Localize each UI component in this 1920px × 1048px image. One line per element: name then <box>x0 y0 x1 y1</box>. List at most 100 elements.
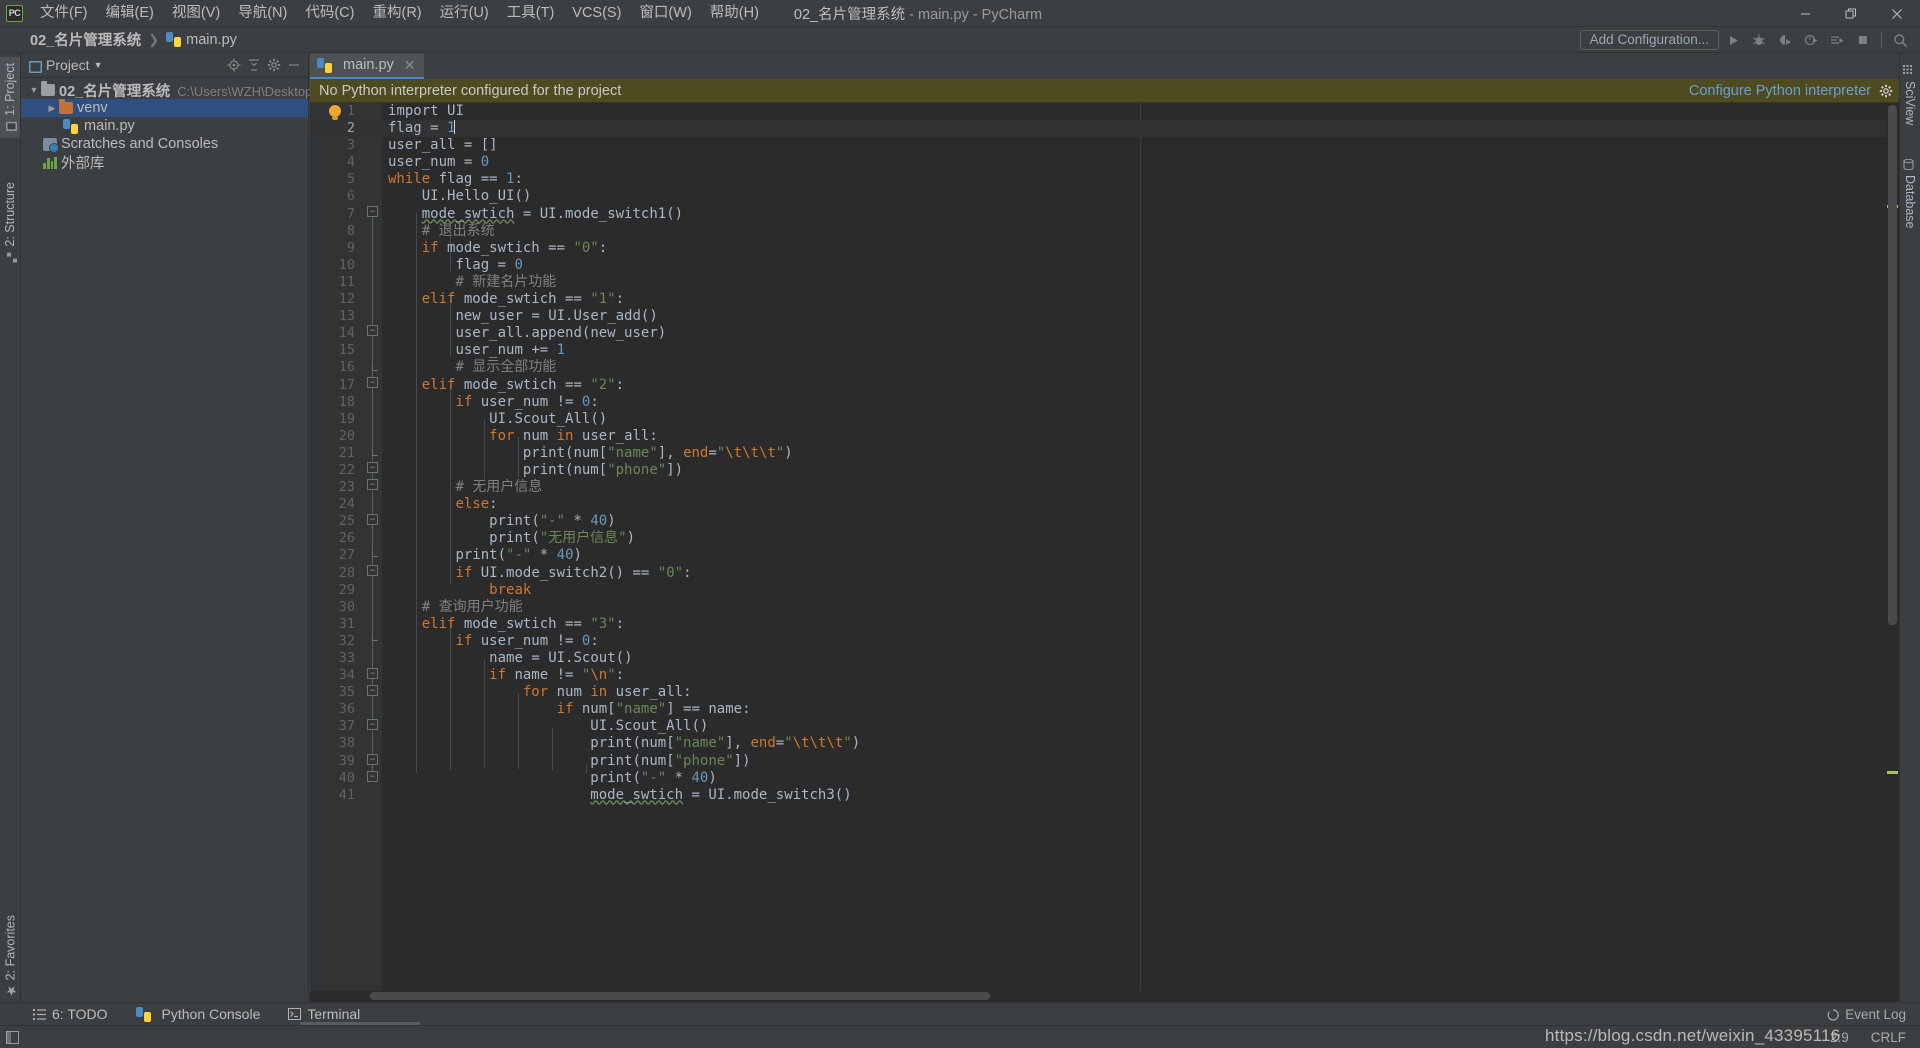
breadcrumb-project[interactable]: 02_名片管理系统 <box>30 29 141 50</box>
code-line[interactable]: 11 # 新建名片功能 <box>310 274 1899 291</box>
code-line[interactable]: 12 elif mode_swtich == "1": <box>310 291 1899 308</box>
sidebar-item-database[interactable]: Database <box>1900 153 1920 235</box>
code-line[interactable]: 5 while flag == 1: <box>310 171 1899 188</box>
code-line[interactable]: 25 print("-" * 40) <box>310 513 1899 530</box>
code-line[interactable]: 19 UI.Scout_All() <box>310 411 1899 428</box>
breadcrumb-file[interactable]: main.py <box>186 32 237 48</box>
locate-icon[interactable] <box>224 55 244 75</box>
menu-item-code[interactable]: 代码(C) <box>296 0 363 27</box>
code-line[interactable]: 28 if UI.mode_switch2() == "0": <box>310 565 1899 582</box>
tree-row-scratches[interactable]: Scratches and Consoles <box>21 135 308 153</box>
code-line[interactable]: 7 mode_swtich = UI.mode_switch1() <box>310 206 1899 223</box>
warning-stripe[interactable] <box>1887 771 1898 774</box>
menu-item-vcs[interactable]: VCS(S) <box>563 0 630 27</box>
add-configuration-button[interactable]: Add Configuration... <box>1579 30 1719 50</box>
chevron-down-icon[interactable]: ▼ <box>94 60 103 70</box>
scrollbar-thumb[interactable] <box>1888 105 1897 625</box>
code-line[interactable]: 41 mode_swtich = UI.mode_switch3() <box>310 787 1899 804</box>
line-separator[interactable]: CRLF <box>1871 1030 1906 1045</box>
code-line[interactable]: 21 print(num["name"], end="\t\t\t") <box>310 445 1899 462</box>
hscrollbar-thumb[interactable] <box>370 992 990 1000</box>
tool-button-terminal[interactable]: Terminal <box>285 1006 363 1022</box>
code-line[interactable]: 6 UI.Hello_UI() <box>310 188 1899 205</box>
code-line[interactable]: 32 if user_num != 0: <box>310 633 1899 650</box>
code-line[interactable]: 1 import UI <box>310 103 1899 120</box>
hide-icon[interactable] <box>284 55 304 75</box>
gear-icon[interactable] <box>1879 84 1893 98</box>
code-line[interactable]: 20 for num in user_all: <box>310 428 1899 445</box>
run-with-console-icon[interactable] <box>1825 28 1849 52</box>
caret-position[interactable]: 2:9 <box>1830 1030 1849 1045</box>
tab-mainpy[interactable]: main.py ✕ <box>310 53 424 79</box>
code-line[interactable]: 38 print(num["name"], end="\t\t\t") <box>310 735 1899 752</box>
sidebar-item-sciview[interactable]: SciView <box>1900 59 1920 131</box>
code-line[interactable]: 24 else: <box>310 496 1899 513</box>
code-line[interactable]: 30 # 查询用户功能 <box>310 599 1899 616</box>
code-line[interactable]: 9 if mode_swtich == "0": <box>310 240 1899 257</box>
menu-item-tools[interactable]: 工具(T) <box>498 0 564 27</box>
run-icon[interactable] <box>1721 28 1745 52</box>
menu-item-edit[interactable]: 编辑(E) <box>97 0 163 27</box>
code-line[interactable]: 29 break <box>310 582 1899 599</box>
stop-icon[interactable] <box>1851 28 1875 52</box>
code-line[interactable]: 34 if name != "\n": <box>310 667 1899 684</box>
code-line[interactable]: 8 # 退出系统 <box>310 223 1899 240</box>
code-line[interactable]: 4 user_num = 0 <box>310 154 1899 171</box>
menu-item-run[interactable]: 运行(U) <box>431 0 498 27</box>
menu-item-file[interactable]: 文件(F) <box>31 0 97 27</box>
code-line[interactable]: 17 elif mode_swtich == "2": <box>310 377 1899 394</box>
profile-icon[interactable] <box>1799 28 1823 52</box>
run-coverage-icon[interactable] <box>1773 28 1797 52</box>
close-icon[interactable]: ✕ <box>404 57 416 74</box>
menu-item-view[interactable]: 视图(V) <box>163 0 229 27</box>
editor-vertical-scrollbar[interactable]: ✓ <box>1886 103 1899 1002</box>
maximize-button[interactable] <box>1828 0 1874 27</box>
code-content[interactable]: 1 import UI 2 flag = 1 3 user_all = [] 4 user_n… <box>310 103 1899 1002</box>
debug-icon[interactable] <box>1747 28 1771 52</box>
code-line[interactable]: 26 print("无用户信息") <box>310 530 1899 547</box>
sidebar-item-structure[interactable]: 2: Structure <box>0 176 20 269</box>
code-line[interactable]: 13 new_user = UI.User_add() <box>310 308 1899 325</box>
tree-row-mainpy[interactable]: main.py <box>21 117 308 135</box>
code-line[interactable]: 15 user_num += 1 <box>310 342 1899 359</box>
code-line[interactable]: 31 elif mode_swtich == "3": <box>310 616 1899 633</box>
editor-horizontal-scrollbar[interactable] <box>310 991 1886 1002</box>
expand-arrow-icon[interactable]: ▶ <box>45 103 59 114</box>
code-line[interactable]: 35 for num in user_all: <box>310 684 1899 701</box>
code-line[interactable]: 3 user_all = [] <box>310 137 1899 154</box>
code-line[interactable]: 10 flag = 0 <box>310 257 1899 274</box>
configure-interpreter-link[interactable]: Configure Python interpreter <box>1689 83 1871 99</box>
intention-bulb-icon[interactable] <box>329 105 341 120</box>
sidebar-item-project[interactable]: 1: Project <box>0 57 20 138</box>
event-log-button[interactable]: Event Log <box>1827 1007 1906 1022</box>
tool-button-python-console[interactable]: Python Console <box>133 1006 264 1022</box>
close-button[interactable] <box>1874 0 1920 27</box>
code-line[interactable]: 36 if num["name"] == name: <box>310 701 1899 718</box>
code-line[interactable]: 33 name = UI.Scout() <box>310 650 1899 667</box>
code-line[interactable]: 18 if user_num != 0: <box>310 394 1899 411</box>
code-line[interactable]: 40 print("-" * 40) <box>310 770 1899 787</box>
menu-item-refactor[interactable]: 重构(R) <box>363 0 430 27</box>
code-line[interactable]: 22 print(num["phone"]) <box>310 462 1899 479</box>
code-editor[interactable]: − − − − − − − − − − − − 1import UI2fl <box>310 103 1899 1002</box>
tool-button-todo[interactable]: 6: TODO <box>30 1006 111 1022</box>
collapse-all-icon[interactable] <box>244 55 264 75</box>
minimize-button[interactable] <box>1782 0 1828 27</box>
sidebar-item-favorites[interactable]: 2: Favorites <box>0 909 21 1002</box>
menu-item-window[interactable]: 窗口(W) <box>630 0 700 27</box>
tree-row-venv[interactable]: ▶ venv <box>21 99 308 117</box>
code-line[interactable]: 39 print(num["phone"]) <box>310 753 1899 770</box>
code-line[interactable]: 27 print("-" * 40) <box>310 547 1899 564</box>
toggle-tool-windows-button[interactable] <box>0 1030 24 1044</box>
menu-item-navigate[interactable]: 导航(N) <box>229 0 296 27</box>
code-line[interactable]: 23 # 无用户信息 <box>310 479 1899 496</box>
code-line[interactable]: 16 # 显示全部功能 <box>310 359 1899 376</box>
code-line[interactable]: 2 flag = 1 <box>310 120 1899 138</box>
code-line[interactable]: 37 UI.Scout_All() <box>310 718 1899 735</box>
settings-icon[interactable] <box>264 55 284 75</box>
code-line[interactable]: 14 user_all.append(new_user) <box>310 325 1899 342</box>
tree-row-project-root[interactable]: ▼ 02_名片管理系统 C:\Users\WZH\Desktop\py学习\02… <box>21 81 398 100</box>
expand-arrow-icon[interactable]: ▼ <box>27 85 41 95</box>
menu-item-help[interactable]: 帮助(H) <box>701 0 768 27</box>
tree-row-external-libraries[interactable]: 外部库 <box>21 153 308 172</box>
